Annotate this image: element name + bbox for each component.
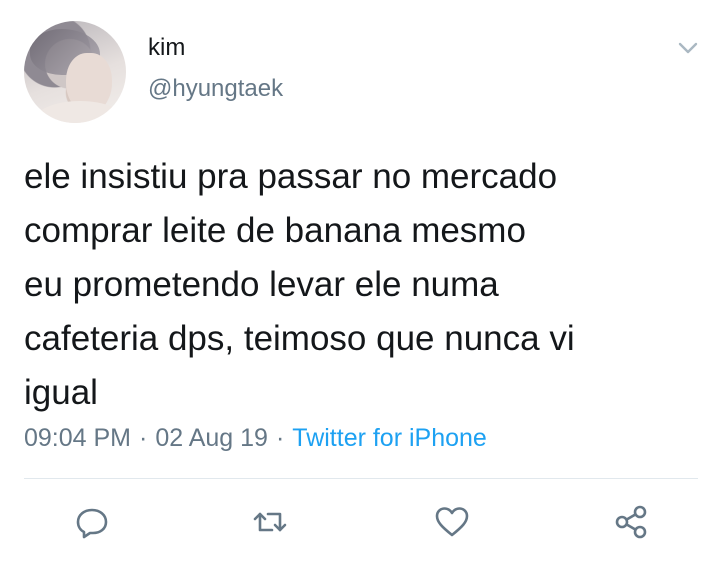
like-icon (435, 507, 469, 537)
author-handle[interactable]: @hyungtaek (148, 75, 283, 103)
avatar[interactable] (24, 21, 126, 123)
meta-separator: · (139, 424, 148, 452)
tweet-date[interactable]: 02 Aug 19 (155, 424, 268, 452)
share-button[interactable] (612, 502, 652, 542)
tweet-card: kim @hyungtaek ele insistiu pra passar n… (0, 0, 720, 572)
tweet-source-link[interactable]: Twitter for iPhone (292, 424, 487, 452)
meta-separator: · (275, 424, 285, 452)
share-icon (615, 505, 647, 539)
retweet-button[interactable] (250, 502, 290, 542)
divider (24, 478, 698, 479)
retweet-icon (253, 512, 287, 532)
tweet-text: ele insistiu pra passar no mercado compr… (24, 157, 575, 412)
tweet-time[interactable]: 09:04 PM (24, 424, 131, 452)
tweet-metadata: 09:04 PM · 02 Aug 19 · Twitter for iPhone (24, 422, 487, 454)
like-button[interactable] (432, 502, 472, 542)
avatar-shoulder (34, 101, 126, 123)
chevron-down-icon[interactable] (676, 38, 700, 58)
reply-button[interactable] (72, 502, 112, 542)
reply-icon (76, 508, 108, 539)
author-display-name[interactable]: kim (148, 34, 185, 62)
